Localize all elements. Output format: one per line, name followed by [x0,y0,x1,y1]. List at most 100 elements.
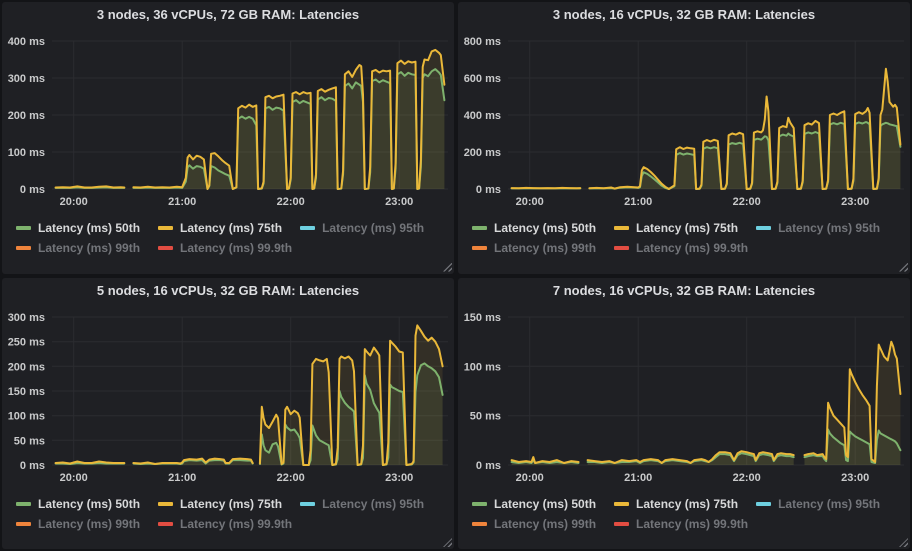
y-axis-tick-label: 300 ms [8,312,45,324]
legend-label: Latency (ms) 99th [38,241,140,255]
legend-swatch-icon [16,246,31,250]
y-axis-tick-label: 0 ms [20,460,45,472]
panel-resize-handle[interactable] [443,538,452,547]
legend-label: Latency (ms) 50th [494,497,596,511]
legend-item-latency-ms-95th[interactable]: Latency (ms) 95th [756,221,880,235]
legend-item-latency-ms-99th[interactable]: Latency (ms) 99th [16,517,140,531]
legend-label: Latency (ms) 99.9th [180,241,292,255]
series-area [56,363,443,465]
dashboard-grid: 3 nodes, 36 vCPUs, 72 GB RAM: Latencies … [0,0,912,551]
y-axis-tick-label: 400 ms [464,110,501,122]
legend-swatch-icon [472,226,487,230]
legend-item-latency-ms-75th[interactable]: Latency (ms) 75th [158,497,282,511]
x-axis-tick-label: 21:00 [168,472,196,484]
legend-swatch-icon [756,226,771,230]
y-axis-tick-label: 200 ms [8,110,45,122]
panel-title[interactable]: 7 nodes, 16 vCPUs, 32 GB RAM: Latencies [458,278,910,303]
legend-item-latency-ms-99.9th[interactable]: Latency (ms) 99.9th [614,241,748,255]
legend-row: Latency (ms) 99th Latency (ms) 99.9th [16,238,454,258]
y-axis-tick-label: 50 ms [470,410,501,422]
x-axis-tick-label: 20:00 [516,196,544,208]
latency-chart[interactable]: 0 ms50 ms100 ms150 ms200 ms250 ms300 ms2… [2,303,454,491]
y-axis-tick-label: 100 ms [464,361,501,373]
legend-swatch-icon [16,502,31,506]
legend-swatch-icon [158,522,173,526]
x-axis-tick-label: 23:00 [841,472,869,484]
x-axis-tick-label: 21:00 [624,472,652,484]
y-axis-tick-label: 600 ms [464,73,501,85]
legend-item-latency-ms-75th[interactable]: Latency (ms) 75th [614,497,738,511]
legend-swatch-icon [614,522,629,526]
y-axis-tick-label: 250 ms [8,336,45,348]
series-line [56,363,443,465]
legend-item-latency-ms-99.9th[interactable]: Latency (ms) 99.9th [158,517,292,531]
x-axis-tick-label: 22:00 [733,196,761,208]
legend-row: Latency (ms) 50th Latency (ms) 75th Latenc… [472,494,910,514]
legend-swatch-icon [158,502,173,506]
legend-swatch-icon [158,246,173,250]
y-axis-tick-label: 200 ms [8,361,45,373]
legend-row: Latency (ms) 99th Latency (ms) 99.9th [472,238,910,258]
legend-item-latency-ms-50th[interactable]: Latency (ms) 50th [16,497,140,511]
latency-chart[interactable]: 0 ms200 ms400 ms600 ms800 ms20:0021:0022… [458,27,910,215]
legend-item-latency-ms-50th[interactable]: Latency (ms) 50th [472,497,596,511]
x-axis-tick-label: 22:00 [277,196,305,208]
legend-swatch-icon [614,226,629,230]
legend-row: Latency (ms) 50th Latency (ms) 75th Latenc… [472,218,910,238]
legend-item-latency-ms-75th[interactable]: Latency (ms) 75th [158,221,282,235]
y-axis-tick-label: 50 ms [14,435,45,447]
latency-chart[interactable]: 0 ms50 ms100 ms150 ms20:0021:0022:0023:0… [458,303,910,491]
x-axis-tick-label: 22:00 [277,472,305,484]
legend-row: Latency (ms) 99th Latency (ms) 99.9th [16,514,454,534]
legend-label: Latency (ms) 95th [322,221,424,235]
panel-title[interactable]: 3 nodes, 16 vCPUs, 32 GB RAM: Latencies [458,2,910,27]
legend-label: Latency (ms) 50th [38,497,140,511]
legend-swatch-icon [614,246,629,250]
panel-resize-handle[interactable] [899,538,908,547]
legend-item-latency-ms-95th[interactable]: Latency (ms) 95th [300,221,424,235]
legend-swatch-icon [756,502,771,506]
legend-item-latency-ms-99.9th[interactable]: Latency (ms) 99.9th [158,241,292,255]
legend-label: Latency (ms) 95th [778,497,880,511]
y-axis-tick-label: 200 ms [464,147,501,159]
legend-swatch-icon [472,246,487,250]
legend-label: Latency (ms) 99.9th [636,517,748,531]
x-axis-tick-label: 23:00 [385,196,413,208]
legend-label: Latency (ms) 50th [38,221,140,235]
panel-resize-handle[interactable] [899,263,908,272]
x-axis-tick-label: 23:00 [841,196,869,208]
legend-row: Latency (ms) 99th Latency (ms) 99.9th [472,514,910,534]
legend-label: Latency (ms) 95th [322,497,424,511]
legend: Latency (ms) 50th Latency (ms) 75th Latenc… [458,491,910,534]
legend-label: Latency (ms) 99.9th [180,517,292,531]
legend-item-latency-ms-99th[interactable]: Latency (ms) 99th [472,241,596,255]
legend-label: Latency (ms) 75th [180,221,282,235]
legend-swatch-icon [300,502,315,506]
panel-5-nodes-16-vcpus: 5 nodes, 16 vCPUs, 32 GB RAM: Latencies … [2,278,454,550]
y-axis-tick-label: 0 ms [476,184,501,196]
legend-item-latency-ms-99th[interactable]: Latency (ms) 99th [16,241,140,255]
legend-swatch-icon [158,226,173,230]
x-axis-tick-label: 20:00 [60,196,88,208]
x-axis-tick-label: 20:00 [60,472,88,484]
legend-label: Latency (ms) 99th [494,241,596,255]
legend-item-latency-ms-50th[interactable]: Latency (ms) 50th [472,221,596,235]
legend-item-latency-ms-99th[interactable]: Latency (ms) 99th [472,517,596,531]
panel-resize-handle[interactable] [443,263,452,272]
legend-label: Latency (ms) 75th [180,497,282,511]
panel-title[interactable]: 5 nodes, 16 vCPUs, 32 GB RAM: Latencies [2,278,454,303]
legend-label: Latency (ms) 99th [38,517,140,531]
legend-label: Latency (ms) 50th [494,221,596,235]
x-axis-tick-label: 22:00 [733,472,761,484]
y-axis-tick-label: 800 ms [464,36,501,48]
legend-item-latency-ms-95th[interactable]: Latency (ms) 95th [756,497,880,511]
panel-7-nodes-16-vcpus: 7 nodes, 16 vCPUs, 32 GB RAM: Latencies … [458,278,910,550]
panel-title[interactable]: 3 nodes, 36 vCPUs, 72 GB RAM: Latencies [2,2,454,27]
latency-chart[interactable]: 0 ms100 ms200 ms300 ms400 ms20:0021:0022… [2,27,454,215]
legend-item-latency-ms-99.9th[interactable]: Latency (ms) 99.9th [614,517,748,531]
legend-item-latency-ms-75th[interactable]: Latency (ms) 75th [614,221,738,235]
legend-item-latency-ms-95th[interactable]: Latency (ms) 95th [300,497,424,511]
y-axis-tick-label: 150 ms [464,312,501,324]
legend-swatch-icon [472,502,487,506]
legend-item-latency-ms-50th[interactable]: Latency (ms) 50th [16,221,140,235]
